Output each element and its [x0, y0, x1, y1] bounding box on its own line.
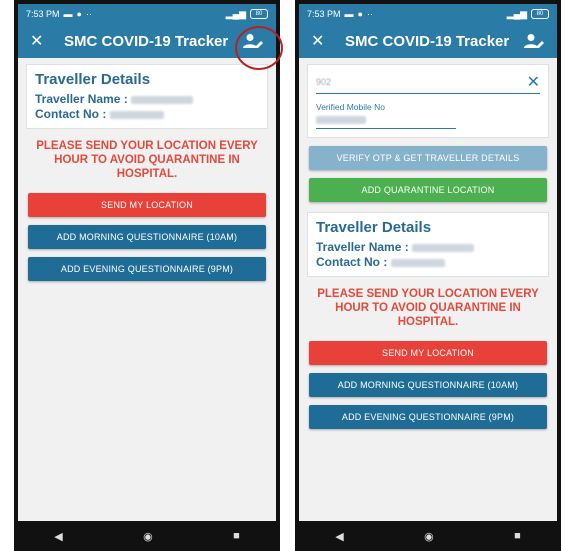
signal-icon: ▂▄▆	[225, 8, 246, 19]
app-bar: ✕ SMC COVID-19 Tracker	[299, 24, 557, 58]
back-icon[interactable]: ◀	[335, 530, 343, 543]
traveller-name-row: Traveller Name :	[316, 240, 540, 254]
add-traveller-form: 902 ✕ Verified Mobile No	[307, 64, 549, 138]
verified-mobile-input[interactable]	[316, 112, 456, 129]
app-title: SMC COVID-19 Tracker	[345, 32, 510, 50]
user-edit-icon[interactable]	[523, 33, 545, 49]
location-warning: PLEASE SEND YOUR LOCATION EVERY HOUR TO …	[36, 140, 258, 180]
traveller-name-label: Traveller Name :	[35, 92, 128, 106]
location-warning: PLEASE SEND YOUR LOCATION EVERY HOUR TO …	[317, 288, 539, 328]
contact-row: Contact No :	[316, 255, 540, 269]
app-screen: 7:53 PM ▬ ● ·· ▂▄▆ 80 ✕ SMC COVID-19 Tra…	[18, 4, 276, 521]
home-icon[interactable]: ◉	[143, 530, 153, 543]
system-nav-bar: ◀ ◉ ■	[14, 521, 280, 551]
close-icon[interactable]: ✕	[30, 31, 56, 51]
verified-mobile-label: Verified Mobile No	[316, 102, 385, 112]
message-icon: ▬	[344, 9, 354, 19]
more-icon: ··	[85, 9, 92, 19]
mobile-value-redacted	[316, 116, 366, 124]
traveller-details-heading: Traveller Details	[35, 71, 151, 88]
add-quarantine-location-button[interactable]: ADD QUARANTINE LOCATION	[309, 178, 547, 202]
battery-icon: 80	[531, 9, 549, 19]
app-title: SMC COVID-19 Tracker	[64, 32, 229, 50]
recents-icon[interactable]: ■	[233, 530, 240, 542]
notification-icon: ●	[357, 9, 363, 19]
morning-questionnaire-button[interactable]: ADD MORNING QUESTIONNAIRE (10AM)	[309, 373, 547, 397]
contact-label: Contact No :	[316, 255, 388, 269]
traveller-details-card: Traveller Details Traveller Name : Conta…	[307, 212, 549, 277]
contact-row: Contact No :	[35, 107, 259, 121]
verify-otp-button[interactable]: VERIFY OTP & GET TRAVELLER DETAILS	[309, 146, 547, 170]
contact-value-redacted	[390, 258, 445, 267]
otp-value: 902	[316, 77, 332, 87]
app-screen: 7:53 PM ▬ ● ·· ▂▄▆ 80 ✕ SMC COVID-19 Tra…	[299, 4, 557, 521]
traveller-name-value-redacted	[131, 95, 194, 104]
close-form-icon[interactable]: ✕	[527, 72, 540, 92]
recents-icon[interactable]: ■	[514, 530, 521, 542]
battery-icon: 80	[250, 9, 268, 19]
evening-questionnaire-button[interactable]: ADD EVENING QUESTIONNAIRE (9PM)	[28, 257, 266, 281]
phone-screen-right: 7:53 PM ▬ ● ·· ▂▄▆ 80 ✕ SMC COVID-19 Tra…	[295, 0, 561, 551]
traveller-name-row: Traveller Name :	[35, 92, 259, 106]
traveller-details-heading: Traveller Details	[316, 219, 432, 236]
status-time: 7:53 PM	[26, 9, 60, 19]
status-time: 7:53 PM	[307, 9, 341, 19]
traveller-name-value-redacted	[412, 243, 475, 252]
notification-icon: ●	[76, 9, 82, 19]
morning-questionnaire-button[interactable]: ADD MORNING QUESTIONNAIRE (10AM)	[28, 225, 266, 249]
highlight-annotation	[235, 26, 283, 70]
evening-questionnaire-button[interactable]: ADD EVENING QUESTIONNAIRE (9PM)	[309, 405, 547, 429]
traveller-details-card: Traveller Details Traveller Name : Conta…	[26, 64, 268, 129]
close-icon[interactable]: ✕	[311, 31, 337, 51]
signal-icon: ▂▄▆	[506, 8, 527, 19]
traveller-name-label: Traveller Name :	[316, 240, 409, 254]
otp-input[interactable]: 902 ✕	[316, 71, 540, 94]
send-location-button[interactable]: SEND MY LOCATION	[28, 193, 266, 217]
status-bar: 7:53 PM ▬ ● ·· ▂▄▆ 80	[18, 4, 276, 24]
status-bar: 7:53 PM ▬ ● ·· ▂▄▆ 80	[299, 4, 557, 24]
more-icon: ··	[366, 9, 373, 19]
contact-value-redacted	[109, 110, 164, 119]
phone-screen-left: 7:53 PM ▬ ● ·· ▂▄▆ 80 ✕ SMC COVID-19 Tra…	[14, 0, 280, 551]
back-icon[interactable]: ◀	[54, 530, 62, 543]
system-nav-bar: ◀ ◉ ■	[295, 521, 561, 551]
send-location-button[interactable]: SEND MY LOCATION	[309, 341, 547, 365]
home-icon[interactable]: ◉	[424, 530, 434, 543]
message-icon: ▬	[63, 9, 73, 19]
contact-label: Contact No :	[35, 107, 107, 121]
